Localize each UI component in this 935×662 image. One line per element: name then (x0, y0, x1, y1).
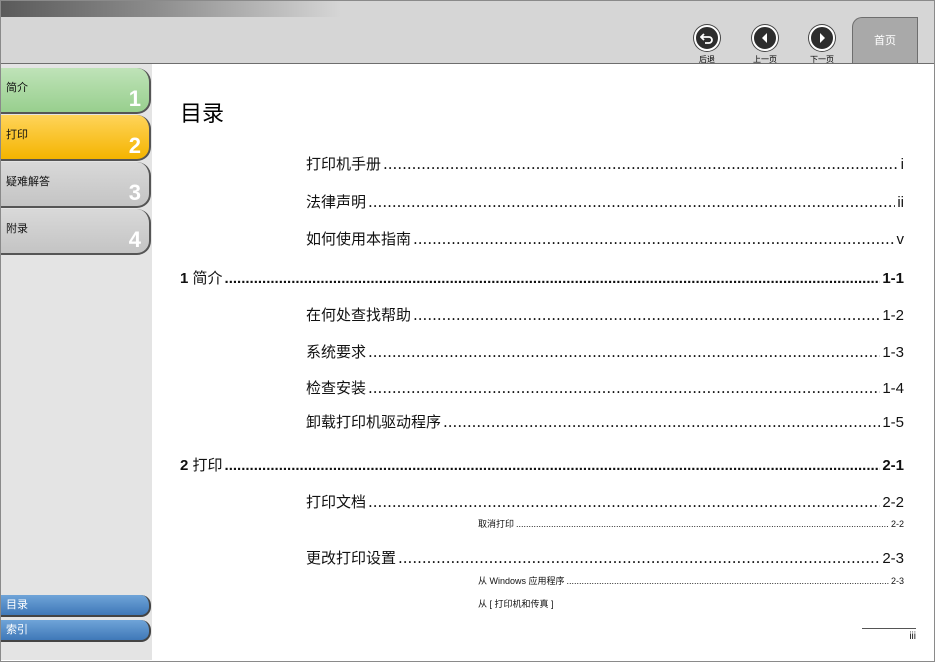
toc-entry-page: 2-1 (882, 457, 904, 474)
tab-number: 1 (128, 86, 141, 111)
toc-entry-text: 系统要求 (306, 343, 367, 361)
back-icon (694, 25, 720, 51)
toc-entry-text: 打印文档 (306, 493, 367, 511)
toc-leader (368, 379, 880, 397)
toc-leader (225, 270, 881, 287)
toolbar-gradient-strip (1, 1, 341, 17)
toc-entry-text: 法律声明 (306, 193, 367, 211)
next-page-label: 下一页 (810, 55, 834, 64)
toc-entry-page: v (896, 231, 905, 248)
toc-leader (368, 193, 895, 211)
back-label: 后退 (699, 55, 715, 64)
toc-leader (413, 306, 880, 324)
next-page-button[interactable]: 下一页 (802, 25, 842, 65)
toc-entry-page: 1-5 (882, 414, 904, 431)
toc-entry-text: 简介 (192, 269, 223, 287)
sidebar-tab-introduction[interactable]: 简介 1 (1, 68, 151, 114)
toc-entry[interactable]: 在何处查找帮助 1-2 (306, 304, 904, 325)
toc-leader (398, 549, 880, 567)
top-toolbar: 后退 上一页 下一页 首页 (1, 1, 934, 64)
chapter-number: 2 (180, 457, 189, 474)
toc-entry-text: 打印 (192, 456, 223, 474)
tab-label: 附录 (6, 222, 28, 235)
arrow-left-icon (752, 25, 778, 51)
toc-entry-page: 2-3 (890, 576, 904, 586)
chapter-number: 1 (180, 270, 189, 287)
back-button[interactable]: 后退 (687, 25, 727, 65)
toc-entry-page: 2-3 (882, 550, 904, 567)
toc-entry[interactable]: 检查安装 1-4 (306, 377, 904, 398)
toc-entry-page: 1-3 (882, 344, 904, 361)
toc-subentry-partial[interactable]: 从 [ 打印机和传真 ] (478, 597, 554, 610)
toc-entry[interactable]: 更改打印设置 2-3 (306, 547, 904, 568)
toc-entry-page: ii (897, 194, 904, 211)
toc-leader (225, 457, 881, 474)
arrow-right-icon (809, 25, 835, 51)
toc-chapter-entry[interactable]: 2 打印 2-1 (180, 454, 904, 475)
tab-number: 3 (128, 180, 141, 205)
toc-entry-page: 1-4 (882, 380, 904, 397)
toc-entry-text: 从 Windows 应用程序 (478, 576, 565, 586)
toc-chapter-entry[interactable]: 1 简介 1-1 (180, 267, 904, 288)
toc-entry-text: 更改打印设置 (306, 549, 397, 567)
toc-leader (368, 493, 880, 511)
sidebar-tab-troubleshooting[interactable]: 疑难解答 3 (1, 162, 151, 208)
toc-entry-text: 取消打印 (478, 519, 515, 529)
toc-entry-text: 如何使用本指南 (306, 230, 412, 248)
toc-entry[interactable]: 法律声明 ii (306, 191, 904, 212)
previous-page-label: 上一页 (753, 55, 777, 64)
toc-entry-page: 2-2 (882, 494, 904, 511)
toc-leader (368, 343, 880, 361)
sidebar-index-button[interactable]: 索引 (1, 620, 151, 642)
toc-entry-page: i (900, 156, 904, 173)
toc-entry-text: 检查安装 (306, 379, 367, 397)
page-number: iii (862, 628, 916, 642)
toc-entry[interactable]: 系统要求 1-3 (306, 341, 904, 362)
previous-page-button[interactable]: 上一页 (745, 25, 785, 65)
tab-number: 2 (128, 133, 141, 158)
tab-number: 4 (128, 227, 141, 252)
toc-entry-text: 卸载打印机驱动程序 (306, 413, 442, 431)
page-title: 目录 (180, 102, 225, 127)
toc-entry-text: 打印机手册 (306, 155, 382, 173)
sidebar-tab-appendix[interactable]: 附录 4 (1, 209, 151, 255)
toc-leader (383, 155, 899, 173)
sidebar-toc-button[interactable]: 目录 (1, 595, 151, 617)
toc-leader (516, 519, 889, 529)
toc-entry[interactable]: 如何使用本指南 v (306, 228, 904, 249)
tab-label: 简介 (6, 81, 28, 94)
toc-leader (413, 230, 894, 248)
toc-leader (443, 413, 880, 431)
tab-label: 打印 (6, 128, 28, 141)
toc-entry-page: 1-1 (882, 270, 904, 287)
sidebar: 简介 1 打印 2 疑难解答 3 附录 4 目录 索引 (1, 64, 152, 660)
home-button[interactable]: 首页 (852, 17, 918, 63)
toc-entry-text: 在何处查找帮助 (306, 306, 412, 324)
toc-subentry[interactable]: 取消打印 2-2 (478, 517, 904, 530)
sidebar-tab-printing[interactable]: 打印 2 (1, 115, 151, 161)
toc-entry[interactable]: 卸载打印机驱动程序 1-5 (306, 411, 904, 432)
toc-leader (567, 576, 889, 586)
toc-entry-page: 1-2 (882, 307, 904, 324)
tab-label: 疑难解答 (6, 175, 50, 188)
toc-subentry[interactable]: 从 Windows 应用程序 2-3 (478, 574, 904, 587)
toc-entry-page: 2-2 (890, 519, 904, 529)
toc-entry[interactable]: 打印文档 2-2 (306, 491, 904, 512)
toc-entry[interactable]: 打印机手册 i (306, 153, 904, 174)
